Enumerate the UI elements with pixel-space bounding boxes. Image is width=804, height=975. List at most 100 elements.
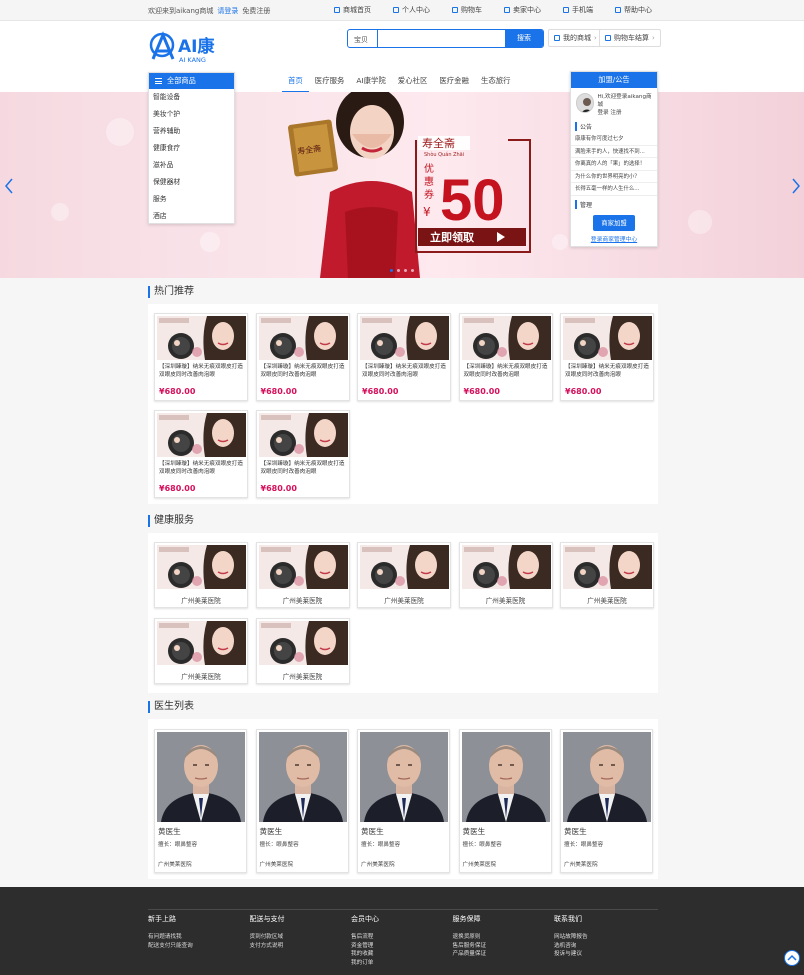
product-card[interactable]: 【深圳臻璇】纳米无痕双眼皮打造双眼皮同时改善肉泡眼 ¥680.00 xyxy=(560,313,654,401)
footer-link[interactable]: 售后服务保证 xyxy=(453,942,487,951)
avatar[interactable] xyxy=(576,93,595,113)
doctor-card[interactable]: 黄医生 擅长：眼鼻整容 广州美莱医院 xyxy=(255,729,349,873)
search-category[interactable]: 宝贝 xyxy=(348,30,378,47)
banner-dot[interactable] xyxy=(390,269,393,272)
category-item[interactable]: 智能设备 xyxy=(149,89,234,106)
product-image[interactable] xyxy=(563,316,652,360)
banner-dot[interactable] xyxy=(397,269,400,272)
service-hospital[interactable]: 广州美莱医院 xyxy=(155,595,247,605)
doctor-photo[interactable] xyxy=(157,732,245,822)
product-title[interactable]: 【深圳臻璇】纳米无痕双眼皮打造双眼皮同时改善肉泡眼 xyxy=(261,363,347,379)
footer-link[interactable]: 有问题请找我 xyxy=(148,933,193,942)
footer-link[interactable]: 我的订单 xyxy=(351,959,379,968)
notice-item[interactable]: 康康有你可度过七夕 xyxy=(571,133,657,146)
product-title[interactable]: 【深圳臻璇】纳米无痕双眼皮打造双眼皮同时改善肉泡眼 xyxy=(362,363,448,379)
product-title[interactable]: 【深圳臻璇】纳米无痕双眼皮打造双眼皮同时改善肉泡眼 xyxy=(159,460,245,476)
footer-link[interactable]: 售后流程 xyxy=(351,933,379,942)
nav-community[interactable]: 爱心社区 xyxy=(392,73,434,93)
service-image[interactable] xyxy=(258,621,348,665)
login-link[interactable]: 请登录 xyxy=(217,7,238,15)
service-card[interactable]: 广州美莱医院 xyxy=(255,618,350,684)
doctor-name[interactable]: 黄医生 xyxy=(564,826,587,837)
service-card[interactable]: 广州美莱医院 xyxy=(154,542,248,608)
notice-item[interactable]: 满脸来手的人，快速找不到... xyxy=(571,146,657,158)
product-card[interactable]: 【深圳臻璇】纳米无痕双眼皮打造双眼皮同时改善肉泡眼 ¥680.00 xyxy=(255,313,350,401)
footer-link[interactable]: 配送支付只能查询 xyxy=(148,942,193,951)
banner-next-arrow[interactable] xyxy=(792,178,800,194)
doctor-name[interactable]: 黄医生 xyxy=(361,826,384,837)
service-hospital[interactable]: 广州美莱医院 xyxy=(155,671,247,681)
category-item[interactable]: 保健器材 xyxy=(149,174,234,191)
search-button[interactable]: 搜索 xyxy=(505,30,543,47)
product-card[interactable]: 【深圳臻璇】纳米无痕双眼皮打造双眼皮同时改善肉泡眼 ¥680.00 xyxy=(357,313,451,401)
doctor-card[interactable]: 黄医生 擅长：眼鼻整容 广州美莱医院 xyxy=(357,729,450,873)
doctor-name[interactable]: 黄医生 xyxy=(260,826,283,837)
service-image[interactable] xyxy=(360,545,449,589)
service-card[interactable]: 广州美莱医院 xyxy=(154,618,248,684)
footer-link[interactable]: 网站故障报告 xyxy=(554,933,588,942)
product-image[interactable] xyxy=(157,316,246,360)
service-hospital[interactable]: 广州美莱医院 xyxy=(561,595,653,605)
service-hospital[interactable]: 广州美莱医院 xyxy=(460,595,552,605)
product-image[interactable] xyxy=(258,413,348,457)
product-card[interactable]: 【深圳臻璇】纳米无痕双眼皮打造双眼皮同时改善肉泡眼 ¥680.00 xyxy=(154,410,248,498)
service-card[interactable]: 广州美莱医院 xyxy=(357,542,451,608)
service-image[interactable] xyxy=(563,545,652,589)
category-item[interactable]: 服务 xyxy=(149,191,234,208)
banner-prev-arrow[interactable] xyxy=(5,178,13,194)
product-card[interactable]: 【深圳臻璇】纳米无痕双眼皮打造双眼皮同时改善肉泡眼 ¥680.00 xyxy=(154,313,248,401)
category-item[interactable]: 健康食疗 xyxy=(149,140,234,157)
product-image[interactable] xyxy=(360,316,449,360)
doctor-photo[interactable] xyxy=(360,732,448,822)
notice-register-link[interactable]: 注册 xyxy=(610,110,621,116)
top-link-mobile[interactable]: 手机端 xyxy=(563,5,593,15)
merchant-manage-link[interactable]: 登录商家管理中心 xyxy=(571,234,657,243)
top-link-cart[interactable]: 购物车 xyxy=(452,5,482,15)
nav-travel[interactable]: 生态旅行 xyxy=(475,73,517,93)
footer-link[interactable]: 选机咨询 xyxy=(554,942,588,951)
product-image[interactable] xyxy=(157,413,246,457)
category-item[interactable]: 酒店 xyxy=(149,208,234,225)
top-link-help[interactable]: 帮助中心 xyxy=(615,5,652,15)
footer-link[interactable]: 资金管理 xyxy=(351,942,379,951)
notice-item[interactable]: 长得五毫一样的人生什么... xyxy=(571,183,657,196)
service-image[interactable] xyxy=(258,545,348,589)
register-link[interactable]: 免费注册 xyxy=(242,7,270,15)
category-item[interactable]: 滋补品 xyxy=(149,157,234,174)
doctor-card[interactable]: 黄医生 擅长：眼鼻整容 广州美莱医院 xyxy=(560,729,653,873)
product-title[interactable]: 【深圳臻璇】纳米无痕双眼皮打造双眼皮同时改善肉泡眼 xyxy=(261,460,347,476)
service-image[interactable] xyxy=(157,621,246,665)
category-item[interactable]: 营养辅助 xyxy=(149,123,234,140)
top-link-user[interactable]: 个人中心 xyxy=(393,5,430,15)
service-card[interactable]: 广州美莱医院 xyxy=(560,542,654,608)
product-card[interactable]: 【深圳臻璇】纳米无痕双眼皮打造双眼皮同时改善肉泡眼 ¥680.00 xyxy=(458,313,553,401)
doctor-photo[interactable] xyxy=(563,732,651,822)
service-card[interactable]: 广州美莱医院 xyxy=(255,542,350,608)
product-title[interactable]: 【深圳臻璇】纳米无痕双眼皮打造双眼皮同时改善肉泡眼 xyxy=(565,363,651,379)
category-menu-header[interactable]: 全部商品 xyxy=(149,73,234,89)
service-image[interactable] xyxy=(157,545,246,589)
product-title[interactable]: 【深圳臻璇】纳米无痕双眼皮打造双眼皮同时改善肉泡眼 xyxy=(464,363,550,379)
back-to-top-button[interactable] xyxy=(784,950,800,966)
nav-finance[interactable]: 医疗金融 xyxy=(433,73,475,93)
my-mall-button[interactable]: 我的商城 › xyxy=(548,29,603,47)
doctor-card[interactable]: 黄医生 擅长：眼鼻整容 广州美莱医院 xyxy=(458,729,552,873)
footer-link[interactable]: 货到付款区域 xyxy=(250,933,285,942)
nav-home[interactable]: 首页 xyxy=(282,73,309,93)
category-item[interactable]: 美妆个护 xyxy=(149,106,234,123)
notice-item[interactable]: 你离真的人的「果」的选择！ xyxy=(571,158,657,171)
top-link-home[interactable]: 商城首页 xyxy=(334,5,371,15)
product-image[interactable] xyxy=(258,316,348,360)
nav-medical[interactable]: 医疗服务 xyxy=(309,73,351,93)
service-hospital[interactable]: 广州美莱医院 xyxy=(257,595,349,605)
notice-login-link[interactable]: 登录 xyxy=(597,110,608,116)
search-input[interactable] xyxy=(378,30,505,47)
banner-dot[interactable] xyxy=(411,269,414,272)
product-image[interactable] xyxy=(461,316,551,360)
product-card[interactable]: 【深圳臻璇】纳米无痕双眼皮打造双眼皮同时改善肉泡眼 ¥680.00 xyxy=(255,410,350,498)
footer-link[interactable]: 退换货原则 xyxy=(453,933,487,942)
cart-checkout-button[interactable]: 购物车结算 › xyxy=(599,29,661,47)
nav-academy[interactable]: AI康学院 xyxy=(350,73,391,93)
footer-link[interactable]: 投诉与建议 xyxy=(554,950,588,959)
doctor-name[interactable]: 黄医生 xyxy=(158,826,181,837)
